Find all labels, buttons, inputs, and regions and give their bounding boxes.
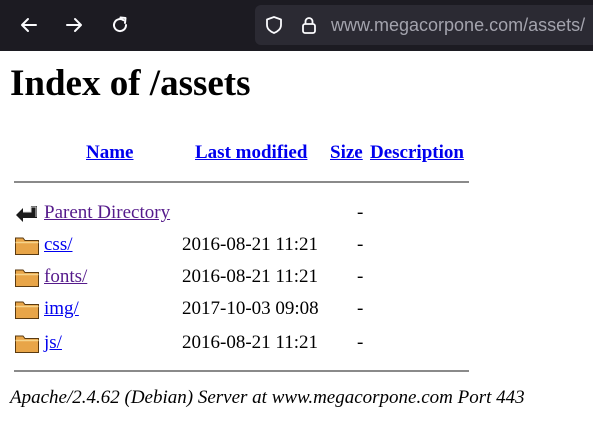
forward-icon bbox=[66, 18, 82, 32]
directory-link-fonts[interactable]: fonts/ bbox=[44, 266, 87, 288]
browser-toolbar: www.megacorpone.com/assets/ bbox=[0, 0, 593, 51]
back-icon bbox=[21, 18, 37, 32]
url-path: /assets/ bbox=[523, 15, 586, 35]
page-title: Index of /assets bbox=[10, 63, 251, 104]
size-value: - bbox=[357, 266, 364, 287]
column-header-description[interactable]: Description bbox=[370, 142, 464, 164]
size-value: - bbox=[357, 202, 364, 223]
last-modified-value: 2016-08-21 11:21 bbox=[182, 332, 318, 353]
address-bar[interactable]: www.megacorpone.com/assets/ bbox=[255, 5, 593, 45]
table-row: css/ 2016-08-21 11:21 - bbox=[0, 230, 593, 260]
folder-icon bbox=[15, 335, 39, 353]
column-header-last-modified[interactable]: Last modified bbox=[195, 142, 307, 164]
folder-icon bbox=[15, 237, 39, 255]
url-text[interactable]: www.megacorpone.com/assets/ bbox=[331, 14, 585, 36]
last-modified-value: 2016-08-21 11:21 bbox=[182, 266, 318, 287]
folder-icon bbox=[15, 269, 39, 287]
table-row: js/ 2016-08-21 11:21 - bbox=[0, 328, 593, 358]
lock-icon[interactable] bbox=[299, 15, 319, 35]
last-modified-value: 2017-10-03 09:08 bbox=[182, 298, 319, 319]
folder-icon bbox=[15, 301, 39, 319]
directory-link-css[interactable]: css/ bbox=[44, 234, 73, 256]
table-row: img/ 2017-10-03 09:08 - bbox=[0, 294, 593, 324]
back-button[interactable] bbox=[13, 9, 45, 41]
column-header-name[interactable]: Name bbox=[86, 142, 133, 164]
reload-icon bbox=[113, 16, 128, 33]
table-row: fonts/ 2016-08-21 11:21 - bbox=[0, 262, 593, 292]
server-signature: Apache/2.4.62 (Debian) Server at www.meg… bbox=[10, 387, 525, 408]
column-header-size[interactable]: Size bbox=[330, 142, 363, 164]
directory-link-img[interactable]: img/ bbox=[44, 298, 79, 320]
last-modified-value: 2016-08-21 11:21 bbox=[182, 234, 318, 255]
directory-link-js[interactable]: js/ bbox=[44, 332, 62, 354]
back-arrow-icon bbox=[16, 206, 37, 222]
table-row: Parent Directory - bbox=[0, 198, 593, 228]
bottom-divider bbox=[14, 370, 469, 372]
parent-directory-link[interactable]: Parent Directory bbox=[44, 202, 170, 224]
shield-icon[interactable] bbox=[264, 15, 284, 35]
size-value: - bbox=[357, 234, 364, 255]
forward-button[interactable] bbox=[58, 9, 90, 41]
top-divider bbox=[14, 181, 469, 183]
reload-button[interactable] bbox=[104, 9, 136, 41]
size-value: - bbox=[357, 332, 364, 353]
size-value: - bbox=[357, 298, 364, 319]
url-host: www.megacorpone.com bbox=[331, 15, 524, 35]
